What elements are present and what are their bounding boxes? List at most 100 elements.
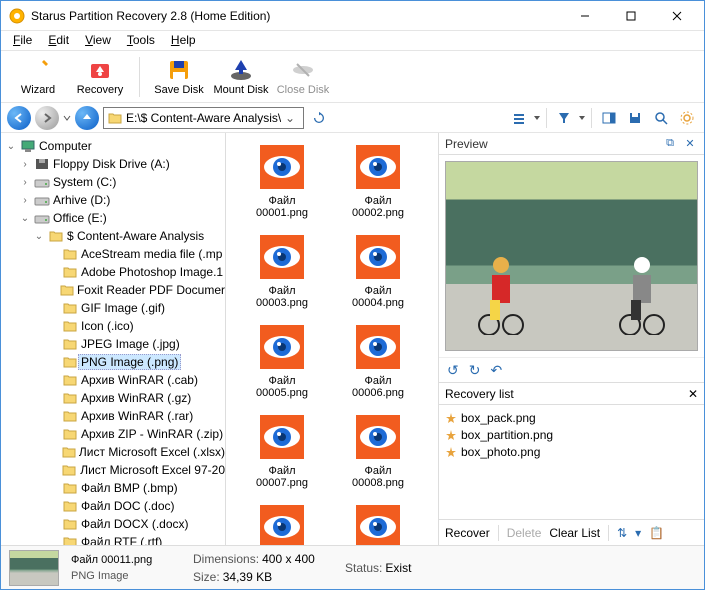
tree-computer[interactable]: ⌄Computer <box>1 137 225 155</box>
back-button[interactable] <box>7 106 31 130</box>
tree-drive[interactable]: ›Floppy Disk Drive (A:) <box>1 155 225 173</box>
folder-tree[interactable]: ⌄Computer›Floppy Disk Drive (A:)›System … <box>1 133 226 545</box>
history-dropdown-icon[interactable] <box>63 113 71 123</box>
preview-image[interactable] <box>445 161 698 351</box>
menu-file[interactable]: File <box>5 31 40 50</box>
tree-drive[interactable]: ⌄Office (E:) <box>1 209 225 227</box>
search-button[interactable] <box>650 107 672 129</box>
tree-folder[interactable]: Foxit Reader PDF Documer <box>1 281 225 299</box>
view-dropdown-icon[interactable] <box>534 113 540 123</box>
right-panel: Preview ⧉ ✕ ↺ ↻ ↶ Recovery list ✕ box_pa… <box>439 133 704 545</box>
tree-folder[interactable]: Adobe Photoshop Image.1 <box>1 263 225 281</box>
refresh-button[interactable] <box>308 107 330 129</box>
panel-save-button[interactable] <box>624 107 646 129</box>
tree-folder[interactable]: Файл DOCX (.docx) <box>1 515 225 533</box>
file-thumbnail[interactable]: Файл 00007.png <box>242 411 322 491</box>
tree-caa[interactable]: ⌄$ Content-Aware Analysis <box>1 227 225 245</box>
minimize-button[interactable] <box>562 1 608 31</box>
tree-folder[interactable]: Лист Microsoft Excel 97-20 <box>1 461 225 479</box>
file-grid[interactable]: Файл 00001.pngФайл 00002.pngФайл 00003.p… <box>226 133 439 545</box>
tree-folder[interactable]: Файл BMP (.bmp) <box>1 479 225 497</box>
file-thumbnail[interactable]: Файл 00002.png <box>338 141 418 221</box>
file-thumbnail[interactable]: Файл 00005.png <box>242 321 322 401</box>
expand-icon[interactable]: › <box>19 159 31 170</box>
address-field[interactable]: ⌄ <box>103 107 304 129</box>
file-name: Файл 00008.png <box>340 465 416 489</box>
menu-edit[interactable]: Edit <box>40 31 77 50</box>
file-thumbnail[interactable]: Файл 00003.png <box>242 231 322 311</box>
tree-folder[interactable]: PNG Image (.png) <box>1 353 225 371</box>
recovery-sort-icon[interactable]: ⇅ <box>617 526 627 540</box>
filter-button[interactable] <box>553 107 575 129</box>
tree-folder[interactable]: Архив WinRAR (.cab) <box>1 371 225 389</box>
menu-help[interactable]: Help <box>163 31 204 50</box>
expand-icon[interactable]: › <box>19 177 31 188</box>
expand-icon[interactable]: ⌄ <box>5 141 17 152</box>
file-thumbnail[interactable]: Файл 00009.png <box>242 501 322 545</box>
options-button[interactable] <box>676 107 698 129</box>
recovery-list-close-icon[interactable]: ✕ <box>688 387 698 401</box>
recovery-list-header: Recovery list ✕ <box>439 383 704 405</box>
file-thumbnail[interactable]: Файл 00001.png <box>242 141 322 221</box>
file-type-icon <box>258 503 306 545</box>
tree-folder[interactable]: Лист Microsoft Excel (.xlsx) <box>1 443 225 461</box>
rotate-right-icon[interactable]: ↻ <box>469 362 481 379</box>
tree-folder[interactable]: AceStream media file (.mp <box>1 245 225 263</box>
file-thumbnail[interactable]: Файл 00006.png <box>338 321 418 401</box>
recovery-save-icon[interactable]: ▾ <box>635 526 641 540</box>
address-dropdown-icon[interactable]: ⌄ <box>281 111 299 125</box>
tree-folder[interactable]: Архив WinRAR (.gz) <box>1 389 225 407</box>
status-filename: Файл 00011.png <box>71 554 181 566</box>
mount-disk-button[interactable]: Mount Disk <box>212 53 270 101</box>
recovery-item[interactable]: box_pack.png <box>445 409 698 426</box>
filter-dropdown-icon[interactable] <box>579 113 585 123</box>
save-disk-button[interactable]: Save Disk <box>150 53 208 101</box>
tree-folder[interactable]: Архив WinRAR (.rar) <box>1 407 225 425</box>
close-button[interactable] <box>654 1 700 31</box>
file-thumbnail[interactable]: Файл 00008.png <box>338 411 418 491</box>
reset-rotation-icon[interactable]: ↶ <box>490 362 502 379</box>
recovery-item[interactable]: box_partition.png <box>445 426 698 443</box>
preview-popout-icon[interactable]: ⧉ <box>662 136 678 152</box>
recovery-icon <box>88 58 112 82</box>
delete-button: Delete <box>507 526 542 540</box>
preview-title: Preview <box>445 137 658 151</box>
recovery-item-icon <box>445 429 457 441</box>
tree-drive[interactable]: ›System (C:) <box>1 173 225 191</box>
expand-icon[interactable]: ⌄ <box>19 213 31 224</box>
clear-list-button[interactable]: Clear List <box>549 526 600 540</box>
view-list-button[interactable] <box>508 107 530 129</box>
wizard-button[interactable]: Wizard <box>9 53 67 101</box>
forward-button[interactable] <box>35 106 59 130</box>
address-input[interactable] <box>126 111 281 125</box>
recovery-button[interactable]: Recovery <box>71 53 129 101</box>
tree-folder[interactable]: Архив ZIP - WinRAR (.zip) <box>1 425 225 443</box>
rotate-left-icon[interactable]: ↺ <box>447 362 459 379</box>
tree-drive[interactable]: ›Arhive (D:) <box>1 191 225 209</box>
panel-preview-button[interactable] <box>598 107 620 129</box>
preview-close-icon[interactable]: ✕ <box>682 136 698 152</box>
up-button[interactable] <box>75 106 99 130</box>
maximize-button[interactable] <box>608 1 654 31</box>
recovery-list[interactable]: box_pack.pngbox_partition.pngbox_photo.p… <box>439 405 704 519</box>
title-bar: Starus Partition Recovery 2.8 (Home Edit… <box>1 1 704 31</box>
file-type-icon <box>258 413 306 461</box>
expand-icon[interactable]: ⌄ <box>33 231 45 242</box>
file-thumbnail[interactable]: Файл 00010.png <box>338 501 418 545</box>
tree-folder[interactable]: JPEG Image (.jpg) <box>1 335 225 353</box>
recovery-item[interactable]: box_photo.png <box>445 443 698 460</box>
file-name: Файл 00005.png <box>244 375 320 399</box>
tree-folder[interactable]: GIF Image (.gif) <box>1 299 225 317</box>
file-type-icon <box>354 233 402 281</box>
tree-folder[interactable]: Файл DOC (.doc) <box>1 497 225 515</box>
file-type-icon <box>354 323 402 371</box>
expand-icon[interactable]: › <box>19 195 31 206</box>
tree-folder[interactable]: Icon (.ico) <box>1 317 225 335</box>
tree-folder[interactable]: Файл RTF (.rtf) <box>1 533 225 545</box>
menu-tools[interactable]: Tools <box>119 31 163 50</box>
recover-button[interactable]: Recover <box>445 526 490 540</box>
menu-view[interactable]: View <box>77 31 119 50</box>
file-type-icon <box>258 323 306 371</box>
file-thumbnail[interactable]: Файл 00004.png <box>338 231 418 311</box>
recovery-paste-icon[interactable]: 📋 <box>649 526 664 540</box>
